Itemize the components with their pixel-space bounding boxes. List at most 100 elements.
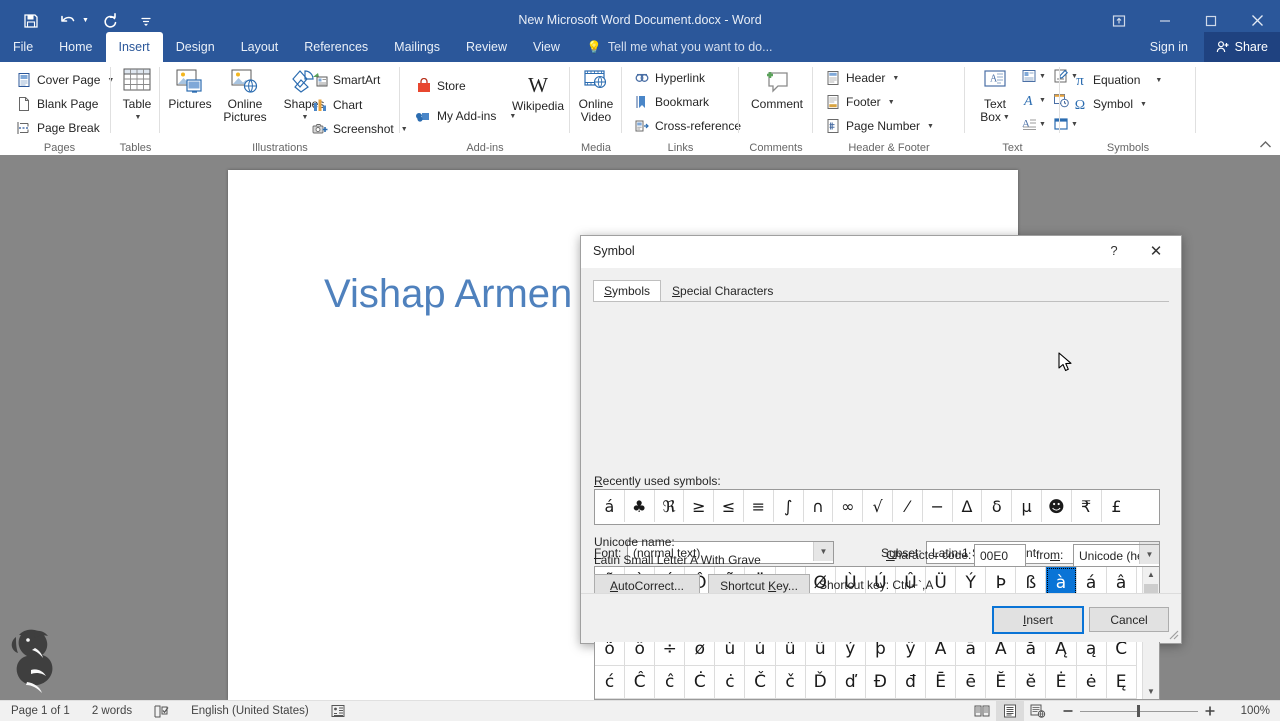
symbol-cell[interactable]: Ė — [1046, 666, 1077, 699]
view-print-layout-icon[interactable] — [996, 701, 1024, 721]
tab-insert[interactable]: Insert — [105, 32, 163, 62]
recent-symbol-cell[interactable]: ₹ — [1072, 490, 1102, 522]
chevron-down-icon[interactable]: ▼ — [1039, 73, 1046, 80]
chevron-down-icon[interactable]: ▼ — [1039, 121, 1046, 128]
cancel-button[interactable]: Cancel — [1089, 607, 1169, 632]
tab-mailings[interactable]: Mailings — [381, 32, 453, 62]
symbol-cell[interactable]: Ę — [1106, 666, 1137, 699]
symbol-cell[interactable]: ĉ — [655, 666, 686, 699]
character-code-input[interactable]: 00E0 — [974, 544, 1026, 567]
wikipedia-button[interactable]: W Wikipedia — [510, 70, 566, 113]
symbol-cell[interactable]: ĕ — [1016, 666, 1047, 699]
comment-button[interactable]: Comment — [749, 68, 805, 111]
customize-qat-icon[interactable] — [131, 7, 161, 35]
recent-symbol-cell[interactable]: √ — [863, 490, 893, 522]
tab-design[interactable]: Design — [163, 32, 228, 62]
status-word-count[interactable]: 2 words — [81, 705, 143, 717]
symbol-cell[interactable]: Ċ — [685, 666, 716, 699]
tab-home[interactable]: Home — [46, 32, 105, 62]
view-read-mode-icon[interactable] — [968, 701, 996, 721]
tab-view[interactable]: View — [520, 32, 573, 62]
recent-symbol-cell[interactable]: £ — [1102, 490, 1132, 522]
recent-symbol-cell[interactable]: ♣ — [625, 490, 655, 522]
chevron-down-icon[interactable]: ▼ — [509, 113, 516, 120]
my-addins-button[interactable]: My Add-ins ▼ — [412, 104, 520, 128]
symbol-cell[interactable]: Ď — [805, 666, 836, 699]
equation-button[interactable]: π Equation ▼ — [1068, 68, 1166, 92]
undo-dropdown-caret-icon[interactable]: ▼ — [82, 17, 89, 24]
chevron-down-icon[interactable]: ▼ — [813, 542, 833, 561]
online-pictures-button[interactable]: Online Pictures — [216, 68, 274, 124]
tab-review[interactable]: Review — [453, 32, 520, 62]
recently-used-grid-container[interactable]: á ♣ ℜ ≥ ≤ ≡ ∫ ∩ ∞ √ ⁄ − Δδ μ ☻ ₹ £ — [594, 489, 1160, 525]
status-language[interactable]: English (United States) — [180, 705, 320, 717]
scroll-up-icon[interactable]: ▲ — [1143, 567, 1159, 582]
sign-in-link[interactable]: Sign in — [1150, 32, 1188, 62]
zoom-slider[interactable] — [1080, 701, 1198, 721]
chevron-down-icon[interactable]: ▼ — [1039, 97, 1046, 104]
recent-symbol-cell[interactable]: ≥ — [684, 490, 715, 522]
footer-button[interactable]: Footer ▼ — [821, 90, 899, 114]
symbol-cell[interactable]: ė — [1076, 666, 1107, 699]
collapse-ribbon-icon[interactable] — [1259, 140, 1272, 152]
tab-file[interactable]: File — [0, 32, 47, 62]
text-box-button[interactable]: A Text Box ▼ — [971, 68, 1019, 124]
tab-references[interactable]: References — [291, 32, 381, 62]
page-number-button[interactable]: Page Number ▼ — [821, 114, 938, 138]
symbol-cell[interactable]: đ — [895, 666, 927, 699]
table-button[interactable]: Table ▼ — [111, 68, 163, 124]
hyperlink-button[interactable]: Hyperlink — [630, 66, 709, 90]
symbol-cell[interactable]: Ē — [926, 666, 957, 699]
chart-button[interactable]: Chart — [308, 93, 366, 117]
quick-parts-button[interactable]: ▼ — [1021, 68, 1046, 84]
chevron-down-icon[interactable]: ▼ — [927, 123, 934, 130]
zoom-out-button[interactable] — [1052, 705, 1080, 717]
save-icon[interactable] — [16, 7, 46, 35]
recently-used-grid[interactable]: á ♣ ℜ ≥ ≤ ≡ ∫ ∩ ∞ √ ⁄ − Δδ μ ☻ ₹ £ — [595, 490, 1159, 522]
dialog-tab-symbols[interactable]: SSymbolsymbols — [593, 280, 662, 302]
symbol-cell[interactable]: ď — [835, 666, 866, 699]
chevron-down-icon[interactable]: ▼ — [1003, 111, 1010, 124]
zoom-level-label[interactable]: 100% — [1224, 705, 1280, 717]
chevron-down-icon[interactable]: ▼ — [888, 99, 895, 106]
chevron-down-icon[interactable]: ▼ — [892, 75, 899, 82]
header-button[interactable]: Header ▼ — [821, 66, 903, 90]
recent-symbol-cell[interactable]: Δ — [953, 490, 983, 522]
bookmark-button[interactable]: Bookmark — [630, 90, 713, 114]
redo-icon[interactable] — [95, 7, 125, 35]
online-video-button[interactable]: Online Video — [570, 68, 622, 124]
symbol-button[interactable]: Ω Symbol ▼ — [1068, 92, 1151, 116]
recent-symbol-cell[interactable]: ☻ — [1042, 490, 1072, 522]
symbol-cell[interactable]: č — [775, 666, 806, 699]
proofing-status-icon[interactable] — [143, 705, 180, 718]
share-button[interactable]: Share — [1203, 32, 1280, 62]
recent-symbol-cell[interactable]: á — [595, 490, 625, 522]
recent-symbol-cell[interactable]: ∫ — [774, 490, 804, 522]
recent-symbol-cell[interactable]: ≡ — [744, 490, 774, 522]
dialog-title-bar[interactable]: Symbol ? ✕ — [581, 236, 1181, 269]
view-web-layout-icon[interactable] — [1024, 701, 1052, 721]
tell-me-search[interactable]: 💡 Tell me what you want to do... — [573, 32, 773, 62]
status-page-number[interactable]: Page 1 of 1 — [0, 705, 81, 717]
recent-symbol-cell[interactable]: − — [923, 490, 953, 522]
recent-symbol-cell[interactable]: μ — [1012, 490, 1042, 522]
symbol-cell[interactable]: Č — [745, 666, 776, 699]
symbol-cell[interactable]: Ĉ — [625, 666, 656, 699]
recent-symbol-cell[interactable]: ⁄ — [893, 490, 923, 522]
chevron-down-icon[interactable]: ▼ — [1140, 101, 1147, 108]
pictures-button[interactable]: Pictures — [164, 68, 216, 111]
symbol-cell[interactable]: Ĕ — [986, 666, 1017, 699]
undo-icon[interactable] — [52, 7, 82, 35]
help-icon[interactable]: ? — [1103, 243, 1125, 261]
insert-button[interactable]: Insert — [992, 606, 1084, 634]
page-break-button[interactable]: Page Break — [12, 116, 104, 140]
dialog-tab-special-characters[interactable]: SSpecial Characterspecial Characters — [661, 280, 785, 302]
symbol-cell[interactable]: ć — [595, 666, 626, 699]
store-button[interactable]: Store — [412, 74, 470, 98]
screenshot-button[interactable]: Screenshot ▼ — [308, 117, 412, 141]
blank-page-button[interactable]: Blank Page — [12, 92, 102, 116]
recent-symbol-cell[interactable]: δ — [982, 490, 1013, 522]
zoom-slider-thumb[interactable] — [1137, 705, 1140, 717]
symbol-cell[interactable]: ċ — [715, 666, 746, 699]
accessibility-check-icon[interactable] — [320, 704, 356, 718]
